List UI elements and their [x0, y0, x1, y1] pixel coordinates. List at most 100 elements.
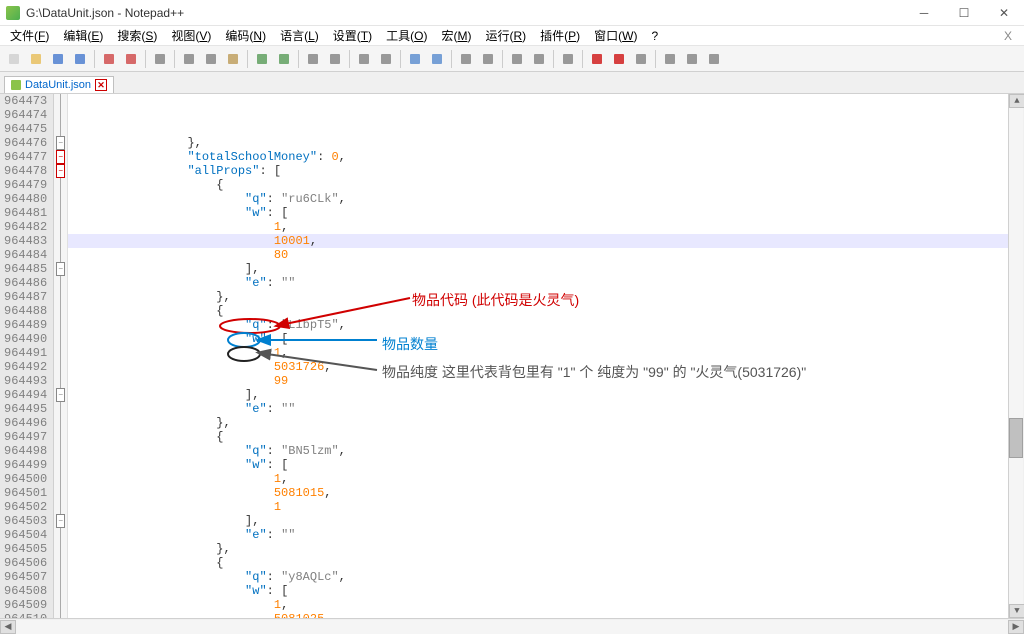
code-line[interactable]: "e": "" [72, 276, 1024, 290]
code-line[interactable]: 5081015, [72, 486, 1024, 500]
fold-cell[interactable]: − [54, 150, 67, 164]
scroll-v-track[interactable] [1009, 108, 1023, 604]
code-line[interactable]: 1 [72, 500, 1024, 514]
save-all-button[interactable] [70, 49, 90, 69]
fold-cell[interactable]: − [54, 514, 67, 528]
fold-cell[interactable] [54, 94, 67, 108]
fold-cell[interactable] [54, 234, 67, 248]
code-line[interactable]: "w": [ [72, 458, 1024, 472]
fold-cell[interactable] [54, 444, 67, 458]
macro2-button[interactable] [682, 49, 702, 69]
fold-cell[interactable] [54, 318, 67, 332]
fold-cell[interactable] [54, 556, 67, 570]
fold-cell[interactable]: − [54, 164, 67, 178]
replace-button[interactable] [325, 49, 345, 69]
fold-cell[interactable] [54, 206, 67, 220]
code-line[interactable]: 5081025, [72, 612, 1024, 618]
code-line[interactable]: "w": [ [72, 584, 1024, 598]
code-line[interactable]: { [72, 430, 1024, 444]
scroll-h-track[interactable] [16, 620, 1008, 634]
code-line[interactable]: ], [72, 388, 1024, 402]
close-button[interactable]: ✕ [984, 0, 1024, 26]
fold-cell[interactable] [54, 402, 67, 416]
menu-item[interactable]: ? [645, 27, 664, 45]
code-line[interactable]: 5031726, [72, 360, 1024, 374]
code-line[interactable]: { [72, 178, 1024, 192]
code-line[interactable]: "q": "LibpT5", [72, 318, 1024, 332]
scroll-left-button[interactable]: ◀ [0, 620, 16, 634]
fold-cell[interactable] [54, 528, 67, 542]
fold-cell[interactable] [54, 122, 67, 136]
zoom-out-button[interactable] [376, 49, 396, 69]
minimize-button[interactable]: ─ [904, 0, 944, 26]
code-line[interactable]: 1, [72, 220, 1024, 234]
open-button[interactable] [26, 49, 46, 69]
fold-cell[interactable] [54, 542, 67, 556]
macro1-button[interactable] [660, 49, 680, 69]
menu-item[interactable]: 文件(F) [4, 25, 55, 46]
scroll-right-button[interactable]: ▶ [1008, 620, 1024, 634]
fold-cell[interactable] [54, 304, 67, 318]
fold-cell[interactable] [54, 276, 67, 290]
menu-item[interactable]: 搜索(S) [111, 25, 163, 46]
scrollbar-vertical[interactable]: ▲ ▼ [1008, 94, 1024, 618]
fold-cell[interactable] [54, 290, 67, 304]
code-line[interactable]: 99 [72, 374, 1024, 388]
print-button[interactable] [150, 49, 170, 69]
fold-cell[interactable] [54, 486, 67, 500]
tab-close-icon[interactable]: ✕ [95, 79, 107, 91]
fold-cell[interactable]: − [54, 388, 67, 402]
fold-cell[interactable] [54, 570, 67, 584]
menu-item[interactable]: 编辑(E) [57, 25, 109, 46]
fold-cell[interactable] [54, 178, 67, 192]
code-line[interactable]: 1, [72, 346, 1024, 360]
code-line[interactable]: "w": [ [72, 332, 1024, 346]
menu-item[interactable]: 编码(N) [219, 25, 272, 46]
fold-cell[interactable]: − [54, 136, 67, 150]
code-line[interactable]: "q": "y8AQLc", [72, 570, 1024, 584]
code-line[interactable]: "q": "BN5lzm", [72, 444, 1024, 458]
scroll-v-thumb[interactable] [1009, 418, 1023, 458]
doc-button[interactable] [558, 49, 578, 69]
code-line[interactable]: }, [72, 290, 1024, 304]
fold-cell[interactable] [54, 346, 67, 360]
fold-cell[interactable]: − [54, 262, 67, 276]
find-button[interactable] [303, 49, 323, 69]
menu-item[interactable]: 插件(P) [534, 25, 586, 46]
show-all-button[interactable] [456, 49, 476, 69]
code-line[interactable]: "q": "ru6CLk", [72, 192, 1024, 206]
fold-button[interactable] [507, 49, 527, 69]
code-line[interactable]: }, [72, 542, 1024, 556]
scroll-down-button[interactable]: ▼ [1009, 604, 1024, 618]
maximize-button[interactable]: ☐ [944, 0, 984, 26]
rec2-button[interactable] [609, 49, 629, 69]
scrollbar-horizontal[interactable]: ◀ ▶ [0, 618, 1024, 634]
code-line[interactable]: ], [72, 262, 1024, 276]
macro3-button[interactable] [704, 49, 724, 69]
menu-item[interactable]: 工具(O) [380, 25, 433, 46]
redo-button[interactable] [274, 49, 294, 69]
fold-cell[interactable] [54, 416, 67, 430]
copy-button[interactable] [201, 49, 221, 69]
code-line[interactable]: 80 [72, 248, 1024, 262]
fold-column[interactable]: −−−−−−− [54, 94, 68, 618]
menu-item[interactable]: 视图(V) [165, 25, 217, 46]
code-line[interactable]: 1, [72, 598, 1024, 612]
fold-cell[interactable] [54, 332, 67, 346]
undo-button[interactable] [252, 49, 272, 69]
code-line[interactable]: "w": [ [72, 206, 1024, 220]
fold-cell[interactable] [54, 360, 67, 374]
menu-item[interactable]: 运行(R) [479, 25, 532, 46]
sync-button[interactable] [405, 49, 425, 69]
code-line[interactable]: 1, [72, 472, 1024, 486]
editor[interactable]: 9644739644749644759644769644779644789644… [0, 94, 1024, 618]
cut-button[interactable] [179, 49, 199, 69]
fold-cell[interactable] [54, 458, 67, 472]
menu-item[interactable]: 语言(L) [274, 25, 325, 46]
zoom-in-button[interactable] [354, 49, 374, 69]
code-line[interactable]: }, [72, 136, 1024, 150]
new-button[interactable] [4, 49, 24, 69]
fold-cell[interactable] [54, 500, 67, 514]
rec1-button[interactable] [587, 49, 607, 69]
scroll-up-button[interactable]: ▲ [1009, 94, 1024, 108]
